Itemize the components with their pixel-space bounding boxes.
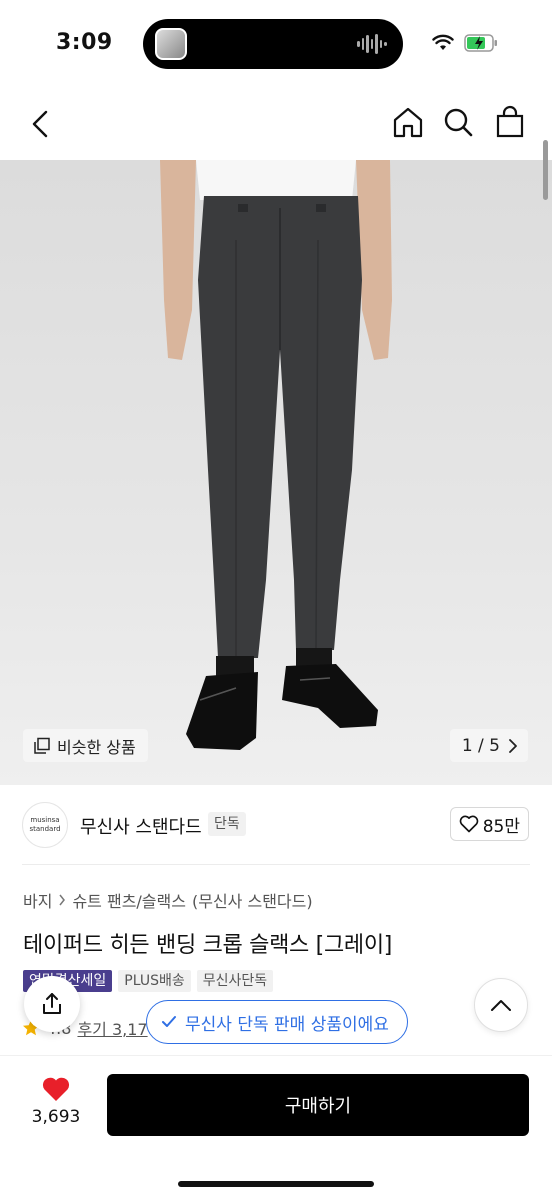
product-title: 테이퍼드 히든 밴딩 크롭 슬랙스 [그레이] [23, 933, 393, 958]
breadcrumb: 바지 슈트 팬츠/슬랙스 (무신사 스탠다드) [23, 888, 313, 912]
product-photo [160, 160, 392, 750]
status-time: 3:09 [56, 30, 113, 55]
cart-button[interactable] [490, 102, 530, 142]
share-icon [43, 993, 61, 1014]
back-button[interactable] [22, 104, 62, 144]
share-button[interactable] [24, 976, 80, 1032]
breadcrumb-item[interactable]: 바지 [23, 888, 52, 912]
exclusive-tag: 단독 [208, 812, 246, 836]
product-image[interactable] [0, 160, 552, 785]
brand-logo-line2: standard [29, 825, 61, 833]
brand-logo[interactable]: musinsa standard [22, 802, 68, 848]
bottom-purchase-bar: 3,693 구매하기 [0, 1055, 552, 1200]
buy-button[interactable]: 구매하기 [107, 1074, 529, 1136]
home-icon [393, 107, 423, 138]
search-button[interactable] [438, 102, 478, 142]
review-link[interactable]: 후기 3,17 [77, 1016, 147, 1040]
brand-like-button[interactable]: 85만 [449, 807, 529, 841]
wishlist-button[interactable]: 3,693 [26, 1076, 86, 1136]
chevron-up-icon [491, 1000, 511, 1011]
chevron-right-icon [59, 894, 66, 906]
similar-products-button[interactable]: 비슷한 상품 [23, 729, 148, 762]
wishlist-count: 3,693 [31, 1107, 81, 1127]
breadcrumb-item[interactable]: (무신사 스탠다드) [192, 888, 313, 912]
copy-icon [34, 737, 50, 754]
shopping-bag-icon [496, 105, 524, 138]
audio-wave-icon [357, 33, 388, 55]
plus-delivery-badge: PLUS배송 [118, 970, 191, 992]
scroll-indicator[interactable] [543, 140, 548, 200]
dynamic-island [143, 19, 403, 69]
heart-outline-icon [459, 815, 478, 833]
toast-text: 무신사 단독 판매 상품이에요 [185, 1014, 389, 1035]
exclusive-badge: 무신사단독 [196, 970, 274, 992]
divider [22, 864, 530, 865]
top-navigation [0, 90, 552, 160]
scroll-to-top-button[interactable] [474, 978, 528, 1032]
exclusive-toast: 무신사 단독 판매 상품이에요 [146, 1000, 408, 1044]
similar-products-label: 비슷한 상품 [57, 737, 136, 757]
brand-row: musinsa standard 무신사 스탠다드 단독 85만 [0, 800, 552, 864]
wifi-icon [432, 34, 454, 50]
heart-filled-icon [42, 1077, 70, 1101]
status-bar: 3:09 [0, 0, 552, 90]
check-icon [162, 1016, 176, 1027]
breadcrumb-item[interactable]: 슈트 팬츠/슬랙스 [72, 888, 186, 912]
now-playing-thumbnail [155, 28, 187, 60]
page-counter-label: 1 / 5 [461, 735, 500, 756]
search-icon [444, 108, 473, 137]
image-page-counter[interactable]: 1 / 5 [449, 729, 528, 762]
home-indicator [178, 1181, 374, 1187]
brand-name[interactable]: 무신사 스탠다드 [80, 813, 202, 839]
brand-like-count: 85만 [482, 816, 520, 837]
chevron-right-icon [509, 738, 517, 753]
battery-charging-icon [464, 34, 497, 52]
brand-logo-line1: musinsa [30, 816, 60, 824]
home-button[interactable] [388, 102, 428, 142]
chevron-left-icon [32, 110, 48, 138]
